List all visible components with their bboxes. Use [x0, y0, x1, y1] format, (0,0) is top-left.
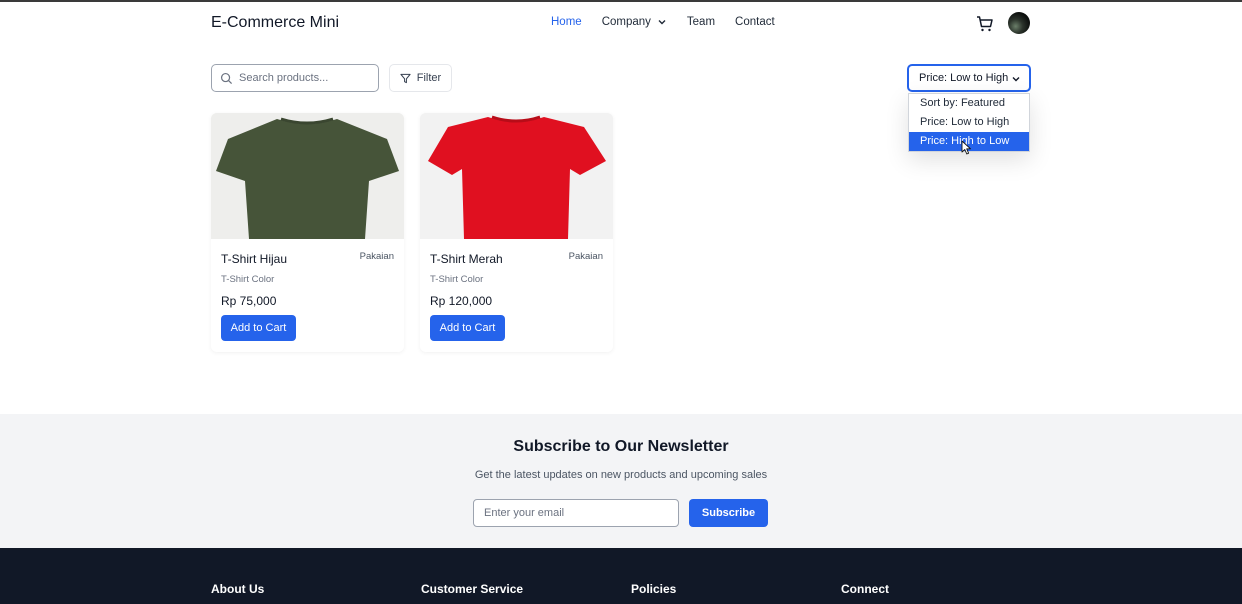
- subscribe-button[interactable]: Subscribe: [689, 499, 768, 527]
- product-description: T-Shirt Color: [430, 274, 484, 285]
- red-tshirt-image: [420, 113, 613, 239]
- sort-option-high-low[interactable]: Price: High to Low: [909, 132, 1029, 151]
- site-footer: About Us Customer Service Policies Conne…: [0, 548, 1242, 604]
- footer-heading-about: About Us: [211, 582, 265, 596]
- footer-heading-customer-service: Customer Service: [421, 582, 524, 596]
- search-icon: [220, 72, 233, 84]
- sort-dropdown-menu: Sort by: Featured Price: Low to High Pri…: [908, 93, 1030, 152]
- filter-icon: [400, 73, 411, 83]
- filter-label: Filter: [416, 72, 442, 84]
- main-nav: Home Company Team Contact: [551, 16, 775, 28]
- product-image[interactable]: [211, 113, 404, 239]
- nav-company[interactable]: Company: [602, 16, 667, 28]
- add-to-cart-button[interactable]: Add to Cart: [221, 315, 296, 341]
- nav-team[interactable]: Team: [687, 16, 715, 28]
- nav-team-label: Team: [686, 16, 716, 28]
- filter-button[interactable]: Filter: [389, 64, 452, 92]
- newsletter-section: Subscribe to Our Newsletter Get the late…: [0, 414, 1242, 548]
- newsletter-subtitle: Get the latest updates on new products a…: [474, 469, 768, 481]
- newsletter-title: Subscribe to Our Newsletter: [513, 438, 729, 455]
- product-price: Rp 120,000: [430, 294, 493, 308]
- green-tshirt-image: [211, 113, 404, 239]
- chevron-down-icon: [1012, 77, 1020, 82]
- sort-select[interactable]: Price: Low to High: [907, 64, 1031, 92]
- chevron-down-icon: [658, 20, 666, 25]
- product-price: Rp 75,000: [221, 294, 277, 308]
- sort-option-low-high[interactable]: Price: Low to High: [909, 113, 1029, 132]
- sort-option-featured[interactable]: Sort by: Featured: [909, 94, 1029, 113]
- product-card[interactable]: T-Shirt Hijau Pakaian T-Shirt Color Rp 7…: [211, 113, 404, 352]
- email-field[interactable]: [473, 499, 679, 527]
- footer-heading-connect: Connect: [841, 582, 889, 596]
- product-category: Pakaian: [359, 251, 394, 262]
- product-name: T-Shirt Merah: [430, 252, 503, 266]
- footer-heading-policies: Policies: [631, 582, 677, 596]
- site-logo[interactable]: E-Commerce Mini: [211, 14, 339, 32]
- product-image[interactable]: [420, 113, 613, 239]
- search-box[interactable]: [211, 64, 379, 92]
- product-category: Pakaian: [568, 251, 603, 262]
- nav-contact-label: Contact: [735, 16, 775, 28]
- sort-selected-value: Price: Low to High: [919, 72, 1009, 84]
- product-name: T-Shirt Hijau: [221, 252, 288, 266]
- nav-company-label: Company: [601, 16, 651, 28]
- add-to-cart-button[interactable]: Add to Cart: [430, 315, 505, 341]
- product-description: T-Shirt Color: [221, 274, 275, 285]
- nav-contact[interactable]: Contact: [735, 16, 775, 28]
- avatar[interactable]: [1008, 12, 1030, 34]
- site-header: E-Commerce Mini Home Company Team Contac…: [0, 2, 1242, 44]
- nav-home[interactable]: Home: [551, 16, 582, 28]
- cart-icon[interactable]: [975, 14, 995, 34]
- nav-home-label: Home: [551, 16, 582, 28]
- search-input[interactable]: [239, 72, 374, 84]
- product-card[interactable]: T-Shirt Merah Pakaian T-Shirt Color Rp 1…: [420, 113, 613, 352]
